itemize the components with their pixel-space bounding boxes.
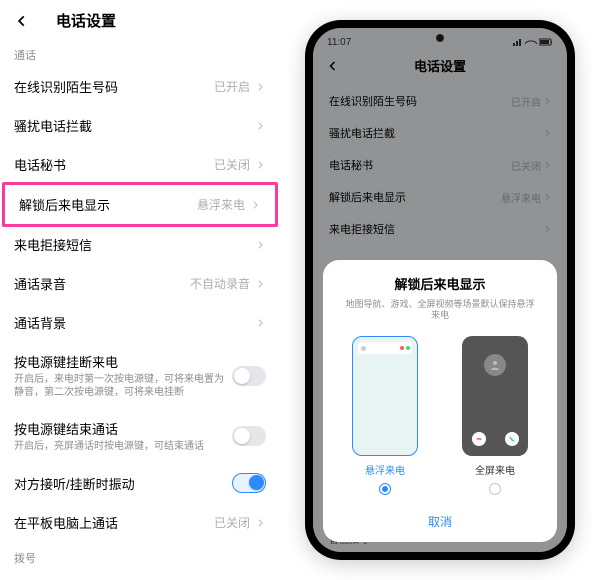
phone-mockup-panel: 11:07 电话设置 在线识别陌生号码 已开启: [280, 0, 600, 580]
chevron-right-icon: [254, 317, 266, 329]
toggle-vibrate[interactable]: [232, 473, 266, 493]
incoming-display-sheet: 解锁后来电显示 地图导航、游戏、全屏视频等场景默认保持悬浮来电 悬浮来电: [323, 260, 557, 542]
chevron-right-icon: [254, 517, 266, 529]
fullscreen-preview: [462, 336, 528, 456]
row-phone-secretary[interactable]: 电话秘书 已关闭: [0, 145, 280, 184]
cancel-button[interactable]: 取消: [335, 505, 545, 532]
toggle-power-end-call[interactable]: [232, 426, 266, 446]
accept-icon: [505, 432, 519, 446]
camera-hole: [436, 34, 444, 42]
row-tablet-call[interactable]: 在平板电脑上通话 已关闭: [0, 503, 280, 542]
phone-screen: 11:07 电话设置 在线识别陌生号码 已开启: [313, 28, 567, 552]
sheet-subtitle: 地图导航、游戏、全屏视频等场景默认保持悬浮来电: [335, 299, 545, 322]
row-online-id[interactable]: 在线识别陌生号码 已开启: [0, 67, 280, 106]
floating-preview: [352, 336, 418, 456]
chevron-right-icon: [249, 199, 261, 211]
row-unlock-incoming-display[interactable]: 解锁后来电显示 悬浮来电: [5, 185, 275, 224]
section-dial-label: 拨号: [0, 542, 280, 570]
page-title: 电话设置: [56, 10, 116, 31]
settings-panel-left: 电话设置 通话 在线识别陌生号码 已开启 骚扰电话拦截 电话秘书 已关闭 解锁后…: [0, 0, 280, 580]
row-call-background[interactable]: 通话背景: [0, 303, 280, 342]
back-icon[interactable]: [12, 11, 32, 31]
phone-frame: 11:07 电话设置 在线识别陌生号码 已开启: [305, 20, 575, 560]
toggle-power-hangup[interactable]: [232, 366, 266, 386]
row-vibrate-on-answer[interactable]: 对方接听/挂断时振动: [0, 463, 280, 503]
radio-floating[interactable]: [379, 483, 391, 495]
chevron-right-icon: [254, 120, 266, 132]
avatar-icon: [484, 354, 506, 376]
chevron-right-icon: [254, 159, 266, 171]
row-power-hangup[interactable]: 按电源键挂断来电 开启后，来电时第一次按电源键，可将来电置为静音，第二次按电源键…: [0, 342, 280, 409]
row-call-recording[interactable]: 通话录音 不自动录音: [0, 264, 280, 303]
option-fullscreen[interactable]: 全屏来电: [462, 336, 528, 495]
sheet-title: 解锁后来电显示: [335, 274, 545, 293]
decline-icon: [472, 432, 486, 446]
chevron-right-icon: [254, 81, 266, 93]
section-call-label: 通话: [0, 39, 280, 67]
row-reject-sms[interactable]: 来电拒接短信: [0, 225, 280, 264]
chevron-right-icon: [254, 278, 266, 290]
row-power-end-call[interactable]: 按电源键结束通话 开启后，亮屏通话时按电源键，可结束通话: [0, 409, 280, 463]
option-floating[interactable]: 悬浮来电: [352, 336, 418, 495]
chevron-right-icon: [254, 239, 266, 251]
row-spam-block[interactable]: 骚扰电话拦截: [0, 106, 280, 145]
header: 电话设置: [0, 0, 280, 39]
radio-fullscreen[interactable]: [489, 483, 501, 495]
highlight-box: 解锁后来电显示 悬浮来电: [2, 182, 278, 227]
